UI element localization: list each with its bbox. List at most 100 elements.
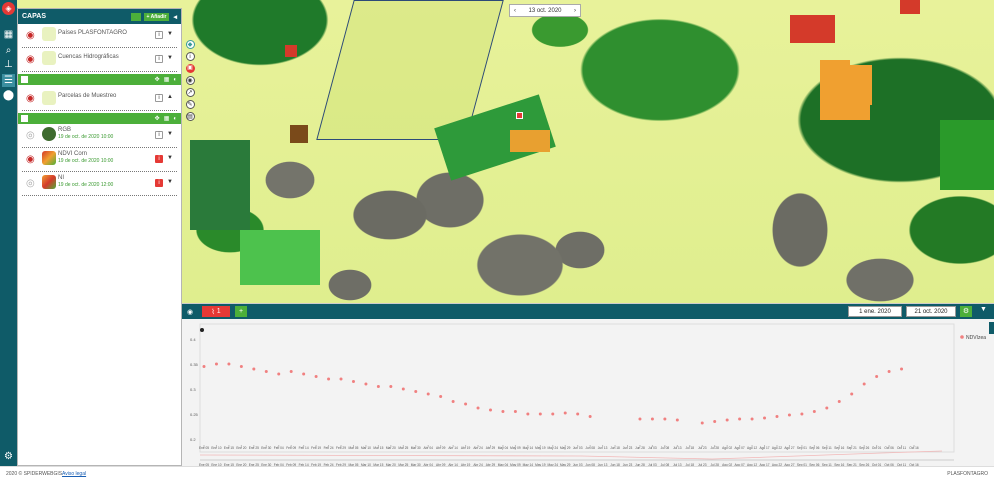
add-layer-button[interactable]: + Añadir — [143, 12, 170, 21]
data-point[interactable] — [389, 385, 393, 388]
data-point[interactable] — [302, 372, 306, 376]
info-icon[interactable]: i — [155, 55, 163, 63]
measure-tool-icon[interactable]: ↗ — [185, 88, 195, 97]
data-point[interactable] — [376, 385, 380, 388]
draw-tool-icon[interactable]: ✎ — [185, 100, 195, 109]
prev-date-button[interactable]: ‹ — [510, 8, 520, 14]
data-point[interactable] — [351, 380, 355, 383]
eye-off-icon[interactable]: ◎ — [26, 130, 35, 141]
data-point[interactable] — [401, 387, 405, 391]
data-point[interactable] — [264, 370, 268, 373]
data-point[interactable] — [488, 408, 492, 412]
data-point[interactable] — [787, 413, 791, 417]
search-icon[interactable]: ⌕ — [2, 44, 15, 57]
collapse-panel-button[interactable]: ◂ — [173, 13, 177, 21]
data-point[interactable] — [314, 375, 318, 378]
data-point[interactable] — [513, 410, 517, 413]
data-point[interactable] — [214, 362, 218, 366]
data-point[interactable] — [239, 365, 243, 368]
data-point[interactable] — [526, 412, 530, 416]
location-pin-icon[interactable]: ⬤ — [2, 89, 15, 102]
legend-label[interactable]: NDVIzea — [966, 335, 986, 341]
layer-row[interactable]: ◎ NI 19 de oct. de 2020 12:00 i ▼ — [22, 172, 177, 196]
chart-tab[interactable]: ⌇ 1 — [202, 306, 230, 317]
data-point[interactable] — [227, 362, 231, 366]
trash-icon[interactable] — [21, 76, 28, 83]
legal-link[interactable]: Aviso legal — [62, 471, 86, 477]
data-point[interactable] — [451, 400, 455, 403]
pin-tool-icon[interactable]: ◉ — [185, 76, 195, 85]
data-point[interactable] — [476, 406, 480, 410]
data-point[interactable] — [900, 367, 904, 371]
ruler-icon[interactable]: ⊥ — [2, 58, 15, 71]
table-icon[interactable]: ▦ — [164, 76, 170, 83]
data-point[interactable] — [252, 367, 256, 371]
layer-row[interactable]: ◉ Parcelas de Muestreo i ▲ — [22, 85, 177, 111]
info-icon[interactable]: i — [155, 179, 163, 187]
data-point[interactable] — [738, 417, 742, 421]
chevron-down-icon[interactable]: ▼ — [167, 155, 173, 161]
data-point[interactable] — [663, 417, 667, 421]
data-point[interactable] — [289, 370, 293, 373]
panel-expand-handle[interactable] — [989, 322, 994, 334]
layer-row[interactable]: ◉ NDVI Corn 19 de oct. de 2020 10:00 i ▼ — [22, 148, 177, 172]
next-date-button[interactable]: › — [570, 8, 580, 14]
chevron-down-icon[interactable]: ▼ — [167, 31, 173, 37]
data-point[interactable] — [650, 417, 654, 421]
chevron-down-icon[interactable]: ▼ — [167, 179, 173, 185]
data-point[interactable] — [202, 365, 206, 368]
data-point[interactable] — [725, 418, 729, 422]
layers-stack-icon[interactable]: ◈ — [2, 2, 15, 15]
data-point[interactable] — [750, 417, 754, 421]
info-icon[interactable]: i — [155, 131, 163, 139]
info-icon[interactable]: i — [155, 155, 163, 163]
chevron-down-icon[interactable]: ▼ — [167, 131, 173, 137]
layer-row[interactable]: ◉ Cuencas Hidrográficas i ▼ — [22, 48, 177, 72]
data-point[interactable] — [327, 377, 331, 381]
layer-row[interactable]: ◎ RGB 19 de oct. de 2020 10:00 i ▼ — [22, 124, 177, 148]
data-point[interactable] — [501, 410, 505, 413]
data-point[interactable] — [812, 410, 816, 413]
info-icon[interactable]: i — [155, 94, 163, 102]
add-chart-button[interactable]: + — [235, 306, 247, 317]
chevron-down-icon[interactable]: ▼ — [980, 306, 987, 313]
list-icon[interactable]: ☰ — [2, 74, 15, 87]
map-icon[interactable]: ▦ — [2, 28, 15, 41]
data-point[interactable] — [800, 412, 804, 416]
data-point[interactable] — [439, 395, 443, 398]
data-point[interactable] — [850, 392, 854, 396]
info-tool-icon[interactable]: i — [185, 52, 195, 61]
trash-icon[interactable] — [21, 115, 28, 122]
layer-row[interactable]: ◉ Países PLASFONTAGRO i ▼ — [22, 24, 177, 48]
data-point[interactable] — [464, 402, 468, 406]
settings-gear-icon[interactable]: ⚙ — [2, 450, 15, 463]
chart-tool-icon[interactable]: ▣ — [185, 64, 195, 73]
share-icon[interactable]: ⚙ — [960, 306, 972, 317]
eye-icon[interactable]: ◉ — [26, 30, 35, 41]
eye-icon[interactable]: ◉ — [26, 54, 35, 65]
data-point[interactable] — [862, 382, 866, 386]
data-point[interactable] — [576, 412, 580, 416]
data-point[interactable] — [763, 416, 767, 420]
table-icon[interactable]: ▦ — [164, 115, 170, 122]
data-point[interactable] — [700, 421, 704, 425]
location-marker-icon[interactable] — [516, 112, 523, 119]
move-icon[interactable]: ✥ — [155, 76, 160, 83]
current-date[interactable]: 13 oct. 2020 — [528, 8, 561, 14]
data-point[interactable] — [887, 370, 891, 373]
data-point[interactable] — [339, 377, 343, 381]
chevron-up-icon[interactable]: ▲ — [167, 94, 173, 100]
chevron-down-icon[interactable]: ▼ — [167, 55, 173, 61]
info-icon[interactable]: i — [155, 31, 163, 39]
opacity-icon[interactable]: ◐ — [173, 116, 177, 122]
data-point[interactable] — [588, 415, 592, 418]
start-date-input[interactable]: 1 ene. 2020 — [848, 306, 902, 317]
data-point[interactable] — [414, 390, 418, 393]
move-icon[interactable]: ✥ — [155, 115, 160, 122]
data-point[interactable] — [277, 372, 281, 376]
print-tool-icon[interactable]: ▤ — [185, 112, 195, 121]
data-point[interactable] — [875, 375, 879, 378]
compass-icon[interactable]: ◆ — [185, 40, 195, 49]
data-point[interactable] — [825, 406, 829, 410]
data-point[interactable] — [675, 418, 679, 422]
